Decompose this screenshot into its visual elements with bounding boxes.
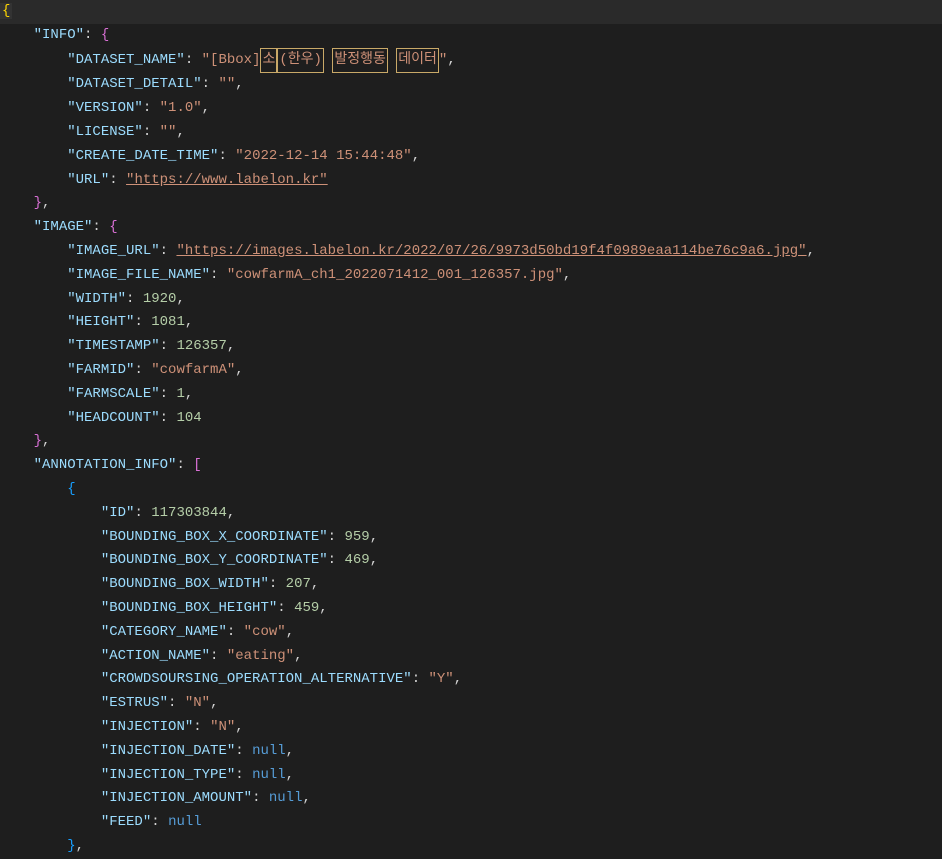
code-line: "LICENSE": "", bbox=[0, 121, 942, 145]
code-line: "BOUNDING_BOX_X_COORDINATE": 959, bbox=[0, 526, 942, 550]
code-line: "IMAGE": { bbox=[0, 216, 942, 240]
code-line: "INJECTION_TYPE": null, bbox=[0, 764, 942, 788]
code-editor[interactable]: { "INFO": { "DATASET_NAME": "[Bbox]소(한우)… bbox=[0, 0, 942, 859]
code-line: "URL": "https://www.labelon.kr" bbox=[0, 169, 942, 193]
code-line: }, bbox=[0, 192, 942, 216]
code-line: "INJECTION_DATE": null, bbox=[0, 740, 942, 764]
code-line: "HEADCOUNT": 104 bbox=[0, 407, 942, 431]
code-line: "DATASET_NAME": "[Bbox]소(한우) 발정행동 데이터", bbox=[0, 48, 942, 74]
code-line: "VERSION": "1.0", bbox=[0, 97, 942, 121]
code-line: "ID": 117303844, bbox=[0, 502, 942, 526]
code-line: "HEIGHT": 1081, bbox=[0, 311, 942, 335]
code-line: }, bbox=[0, 430, 942, 454]
code-line: "WIDTH": 1920, bbox=[0, 288, 942, 312]
code-line: "CATEGORY_NAME": "cow", bbox=[0, 621, 942, 645]
code-line: { bbox=[0, 478, 942, 502]
code-line: "DATASET_DETAIL": "", bbox=[0, 73, 942, 97]
image-url-link[interactable]: "https://images.labelon.kr/2022/07/26/99… bbox=[176, 243, 806, 259]
code-line: "IMAGE_URL": "https://images.labelon.kr/… bbox=[0, 240, 942, 264]
korean-text-box: (한우) bbox=[277, 48, 324, 74]
code-line: "TIMESTAMP": 126357, bbox=[0, 335, 942, 359]
code-line: "IMAGE_FILE_NAME": "cowfarmA_ch1_2022071… bbox=[0, 264, 942, 288]
code-line: "CREATE_DATE_TIME": "2022-12-14 15:44:48… bbox=[0, 145, 942, 169]
code-line: "FARMID": "cowfarmA", bbox=[0, 359, 942, 383]
code-line: "INJECTION_AMOUNT": null, bbox=[0, 787, 942, 811]
code-line: }, bbox=[0, 835, 942, 859]
code-line: "BOUNDING_BOX_HEIGHT": 459, bbox=[0, 597, 942, 621]
code-line: "INFO": { bbox=[0, 24, 942, 48]
code-line: "BOUNDING_BOX_WIDTH": 207, bbox=[0, 573, 942, 597]
code-line: "FEED": null bbox=[0, 811, 942, 835]
code-line: "ANNOTATION_INFO": [ bbox=[0, 454, 942, 478]
code-line: "ACTION_NAME": "eating", bbox=[0, 645, 942, 669]
korean-text-box: 데이터 bbox=[396, 48, 439, 74]
code-line: "FARMSCALE": 1, bbox=[0, 383, 942, 407]
code-line: "ESTRUS": "N", bbox=[0, 692, 942, 716]
korean-text-box: 발정행동 bbox=[332, 48, 388, 74]
code-line: "INJECTION": "N", bbox=[0, 716, 942, 740]
code-line: "BOUNDING_BOX_Y_COORDINATE": 469, bbox=[0, 549, 942, 573]
url-link[interactable]: "https://www.labelon.kr" bbox=[126, 172, 328, 188]
korean-text-box: 소 bbox=[260, 48, 277, 74]
code-line: "CROWDSOURSING_OPERATION_ALTERNATIVE": "… bbox=[0, 668, 942, 692]
code-line: { bbox=[0, 0, 942, 24]
